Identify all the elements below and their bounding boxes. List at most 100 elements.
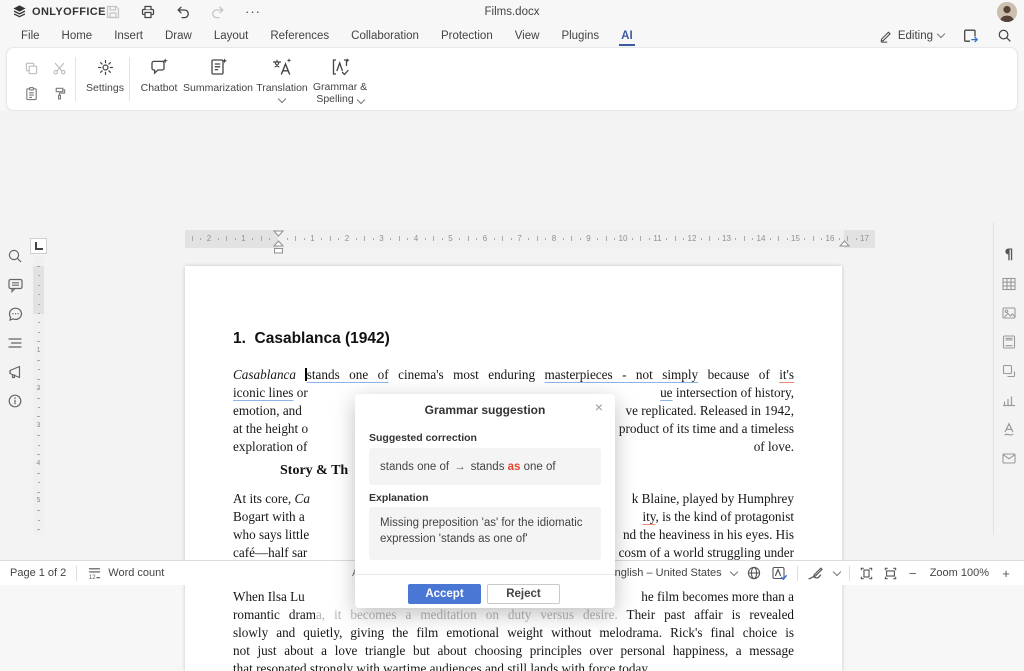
summarization-button[interactable]: Summarization: [179, 55, 257, 105]
find-icon[interactable]: [6, 247, 24, 265]
tab-home[interactable]: Home: [51, 25, 104, 47]
chatbot-button[interactable]: Chatbot: [134, 55, 184, 105]
comments-icon[interactable]: [6, 276, 24, 294]
close-icon[interactable]: ×: [591, 399, 607, 415]
about-icon[interactable]: [6, 392, 24, 410]
horizontal-ruler[interactable]: 121234567891011121314151617: [185, 230, 875, 248]
word-count-button[interactable]: 12 Word count: [87, 566, 164, 580]
tab-collaboration[interactable]: Collaboration: [340, 25, 430, 47]
translation-button[interactable]: Translation: [253, 55, 311, 105]
suggested-correction-label: Suggested correction: [369, 432, 477, 444]
tab-layout[interactable]: Layout: [203, 25, 260, 47]
header-footer-settings-icon[interactable]: [1000, 333, 1018, 351]
statusbar-divider: [849, 566, 850, 581]
grammar-label-line1: Grammar &: [313, 81, 367, 93]
doc-text-line: slowly and quietly, giving the film emot…: [233, 624, 794, 642]
tab-ai[interactable]: AI: [610, 25, 644, 47]
set-language-icon[interactable]: [746, 565, 762, 581]
gear-icon: [96, 55, 115, 79]
ai-settings-button[interactable]: Settings: [82, 55, 128, 105]
ruler-number: 16: [826, 234, 835, 243]
grammar-spelling-button[interactable]: Grammar & Spelling: [307, 55, 373, 105]
user-avatar[interactable]: [997, 2, 1017, 22]
redo-icon[interactable]: [209, 4, 227, 20]
ruler-number: 11: [653, 234, 662, 243]
first-line-indent-marker[interactable]: [273, 230, 284, 237]
tab-stop-selector[interactable]: [30, 238, 47, 254]
vertical-ruler[interactable]: 123456789: [33, 256, 44, 535]
tab-protection[interactable]: Protection: [430, 25, 504, 47]
zoom-level[interactable]: Zoom 100%: [930, 567, 989, 579]
ruler-number: 4: [412, 234, 421, 243]
fit-width-icon[interactable]: [883, 566, 898, 581]
tab-plugins[interactable]: Plugins: [550, 25, 610, 47]
tab-references[interactable]: References: [259, 25, 340, 47]
right-indent-marker[interactable]: [839, 240, 850, 247]
document-heading-2: Story & Th: [280, 463, 348, 479]
paragraph-settings-icon[interactable]: ¶: [1000, 246, 1018, 264]
fit-page-icon[interactable]: [859, 566, 874, 581]
navigation-headings-icon[interactable]: [6, 334, 24, 352]
left-indent-marker[interactable]: [273, 240, 284, 247]
document-language-selector[interactable]: English – United States: [607, 567, 721, 579]
mode-switcher[interactable]: Editing: [879, 29, 944, 43]
page-indicator[interactable]: Page 1 of 2: [10, 567, 66, 579]
tab-view[interactable]: View: [504, 25, 551, 47]
ruler-number: 14: [757, 234, 766, 243]
print-icon[interactable]: [139, 4, 157, 20]
mode-label: Editing: [898, 30, 933, 42]
app-logo: ONLYOFFICE: [12, 4, 106, 19]
doc-text-line: that resonated strongly with wartime aud…: [233, 660, 794, 671]
popup-divider: [355, 574, 615, 575]
format-painter-icon[interactable]: [45, 81, 73, 106]
spell-checking-icon[interactable]: [771, 565, 788, 581]
search-icon[interactable]: [997, 28, 1012, 43]
document-heading-1: 1. Casablanca (1942): [233, 330, 390, 348]
left-margin-box-marker[interactable]: [273, 248, 284, 254]
document-title: Films.docx: [300, 6, 724, 18]
chart-settings-icon[interactable]: [1000, 391, 1018, 409]
tab-file[interactable]: File: [10, 25, 51, 47]
ruler-number: 17: [860, 234, 869, 243]
more-actions-icon[interactable]: ···: [244, 4, 262, 20]
right-sidebar: ¶: [993, 222, 1024, 535]
ruler-number: 8: [550, 234, 559, 243]
toolbar-divider: [75, 57, 76, 101]
mail-merge-settings-icon[interactable]: [1000, 449, 1018, 467]
ruler-number: 6: [481, 234, 490, 243]
grammar-spelling-icon: [330, 55, 351, 78]
chatbot-label: Chatbot: [141, 82, 178, 94]
cut-icon[interactable]: [45, 56, 73, 81]
accept-button[interactable]: Accept: [408, 584, 481, 604]
ruler-number: 9: [584, 234, 593, 243]
table-settings-icon[interactable]: [1000, 275, 1018, 293]
translation-icon: [271, 55, 293, 79]
zoom-out-icon[interactable]: −: [907, 566, 919, 581]
ai-toolbar: Settings Chatbot Summarization Translati…: [6, 47, 1018, 111]
tab-draw[interactable]: Draw: [154, 25, 203, 47]
undo-icon[interactable]: [174, 4, 192, 20]
ruler-number: 10: [619, 234, 628, 243]
reject-button[interactable]: Reject: [487, 584, 560, 604]
save-icon[interactable]: [104, 4, 122, 20]
pencil-icon: [879, 29, 893, 43]
doc-text-line: Casablanca stands one of cinema's most e…: [233, 366, 794, 384]
paste-icon[interactable]: [17, 81, 45, 106]
chat-icon[interactable]: [6, 305, 24, 323]
statusbar-divider: [797, 566, 798, 581]
chatbot-icon: [149, 55, 170, 79]
feedback-icon[interactable]: [6, 363, 24, 381]
summarization-label: Summarization: [183, 82, 253, 94]
ruler-number: 1: [308, 234, 317, 243]
ink-drawing-icon[interactable]: [807, 566, 825, 581]
shape-settings-icon[interactable]: [1000, 362, 1018, 380]
settings-label: Settings: [86, 82, 124, 94]
tab-insert[interactable]: Insert: [103, 25, 154, 47]
text-art-settings-icon[interactable]: [1000, 420, 1018, 438]
image-settings-icon[interactable]: [1000, 304, 1018, 322]
copy-icon[interactable]: [17, 56, 45, 81]
ruler-number: 7: [515, 234, 524, 243]
grammar-label-line2: Spelling: [316, 93, 353, 105]
zoom-in-icon[interactable]: +: [1000, 566, 1012, 581]
share-icon[interactable]: [962, 28, 979, 44]
